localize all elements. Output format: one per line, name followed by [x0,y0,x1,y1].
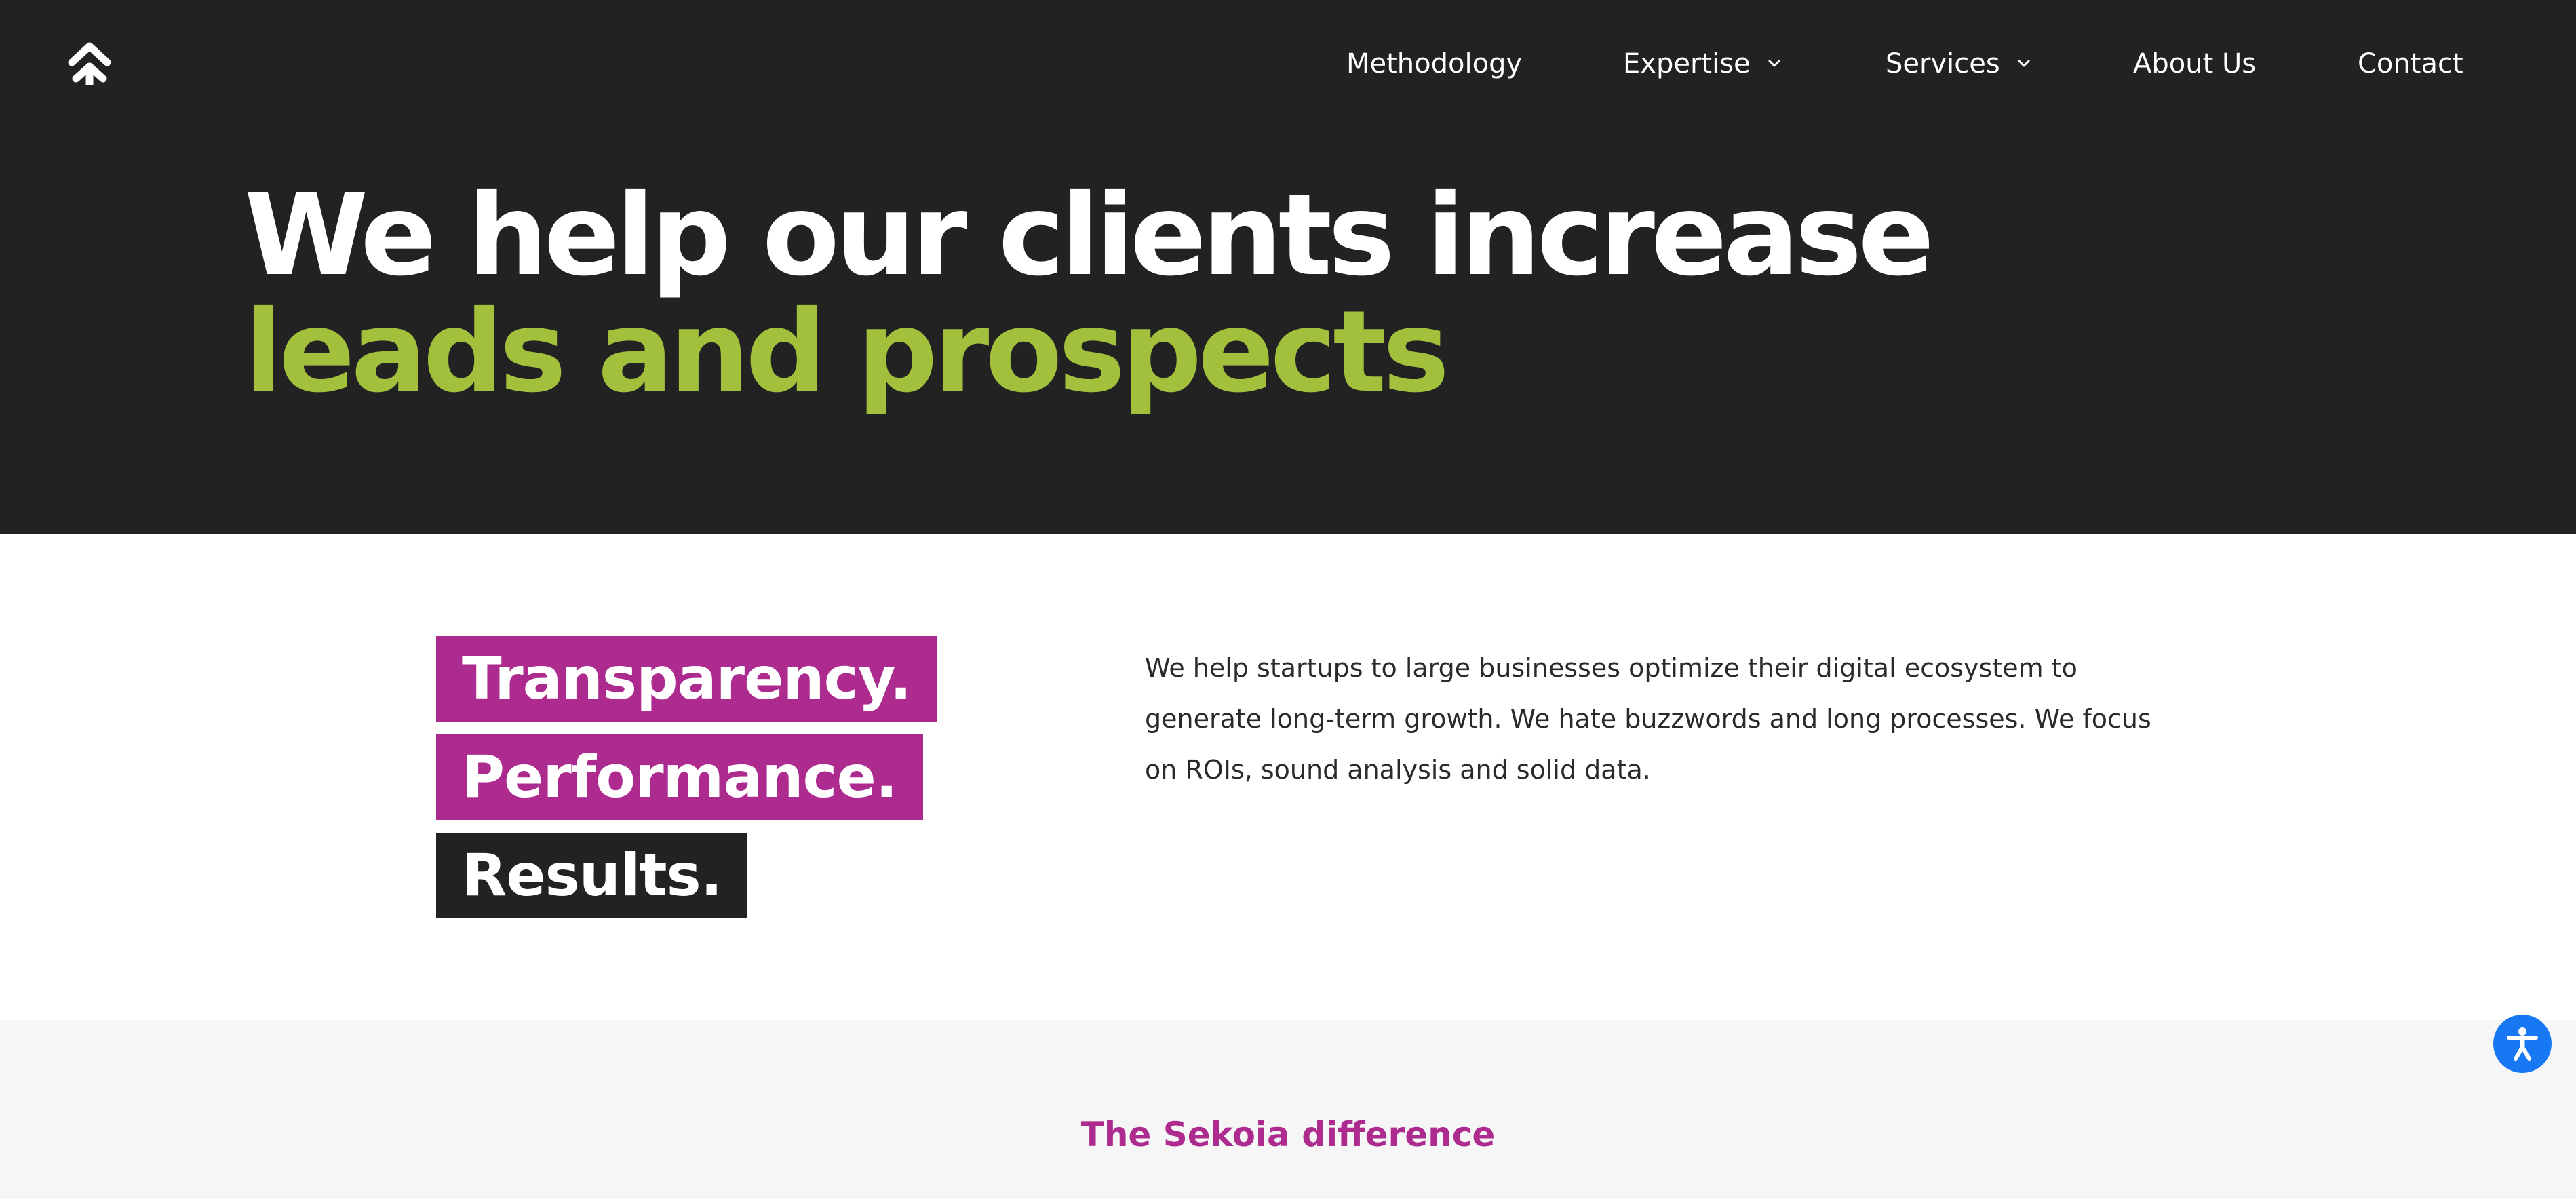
hero-section: Methodology Expertise Services About Us … [0,0,2576,534]
nav-item-expertise[interactable]: Expertise [1623,46,1784,81]
nav-item-label: Services [1886,48,2000,79]
values-section: Transparency. Performance. Results. We h… [0,534,2576,1020]
nav-item-contact[interactable]: Contact [2358,46,2463,81]
nav-item-methodology[interactable]: Methodology [1346,46,1522,81]
tag-performance: Performance. [436,734,923,820]
difference-section: The Sekoia difference [0,1020,2576,1199]
page: Methodology Expertise Services About Us … [0,0,2576,1199]
accessibility-button[interactable] [2493,1015,2552,1073]
nav-item-services[interactable]: Services [1886,46,2034,81]
nav-item-label: About Us [2133,48,2257,79]
double-chevron-up-icon [68,42,111,88]
accessibility-icon [2507,1027,2538,1061]
difference-title: The Sekoia difference [1080,1115,1496,1154]
nav-item-label: Expertise [1623,48,1751,79]
tag-results: Results. [436,833,748,918]
hero-headline-line1: We help our clients increase [244,170,1934,301]
chevron-down-icon [2018,60,2030,67]
hero-headline: We help our clients increase leads and p… [244,170,1934,418]
chevron-down-icon [1768,60,1780,67]
nav-item-about-us[interactable]: About Us [2133,46,2256,81]
logo-home-link[interactable] [66,39,113,88]
hero-headline-line2: leads and prospects [244,287,1449,418]
nav-item-label: Methodology [1346,48,1523,79]
tag-transparency: Transparency. [436,636,937,722]
nav-item-label: Contact [2358,48,2463,79]
intro-paragraph: We help startups to large businesses opt… [1145,653,2151,785]
